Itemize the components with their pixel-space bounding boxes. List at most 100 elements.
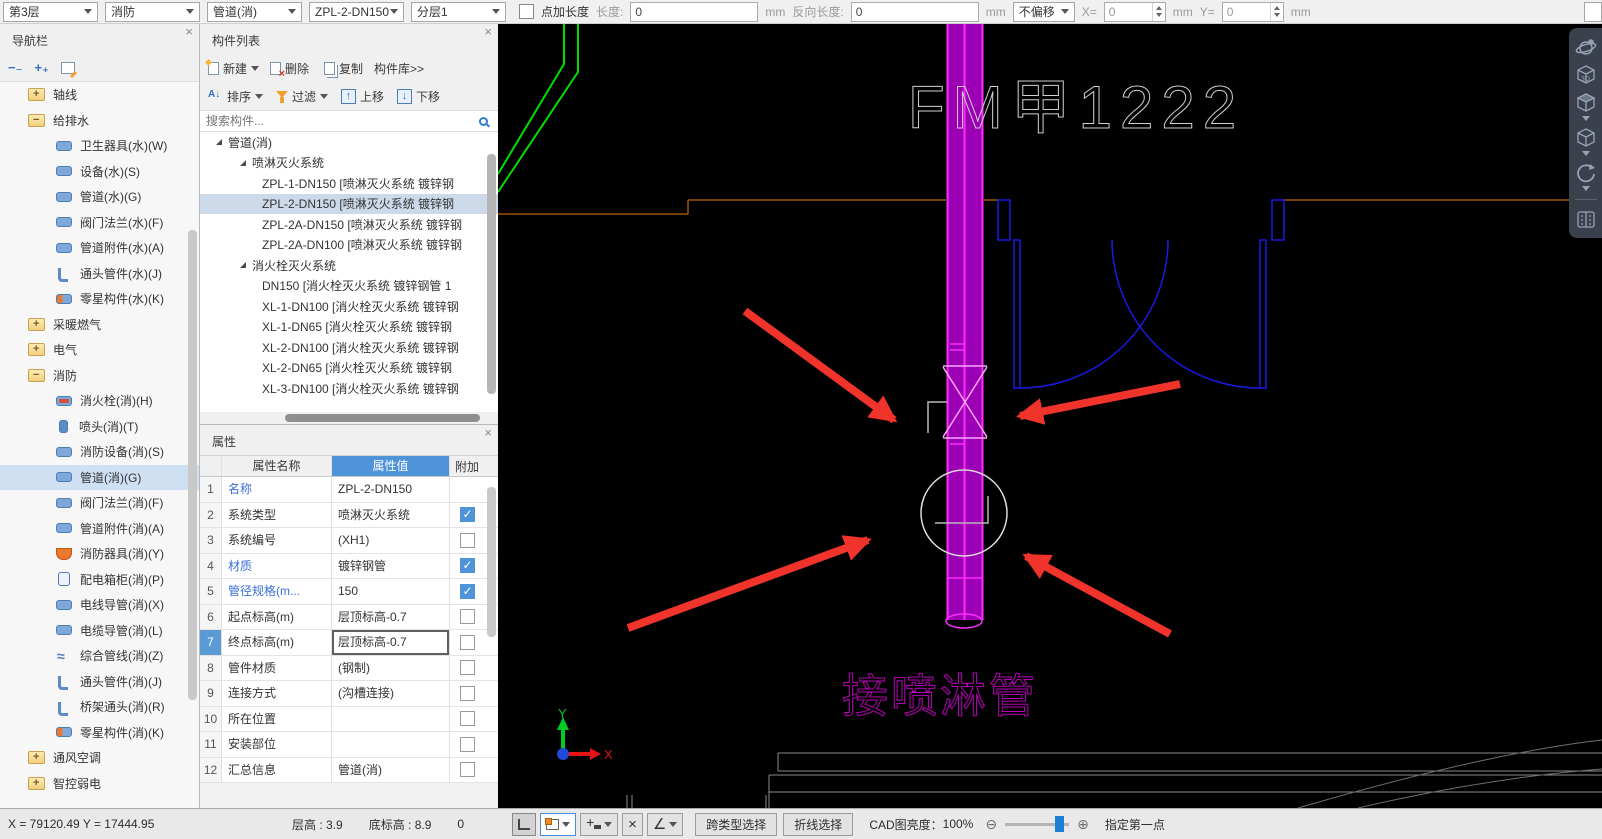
component-tree-item[interactable]: ZPL-1-DN150 [喷淋灭火系统 镀锌钢: [200, 173, 498, 194]
sidebar-item[interactable]: 电缆导管(消)(L): [0, 618, 199, 644]
sidebar-item[interactable]: 零星构件(消)(K): [0, 720, 199, 746]
reverse-length-input[interactable]: [851, 2, 979, 22]
attach-checkbox[interactable]: [460, 507, 475, 522]
component-library-button[interactable]: 构件库>>: [374, 60, 424, 77]
sidebar-item[interactable]: 卫生器具(水)(W): [0, 133, 199, 159]
property-value[interactable]: (钢制): [332, 656, 450, 681]
close-icon[interactable]: ×: [484, 426, 492, 439]
chevron-down-icon[interactable]: [1582, 116, 1590, 121]
layer-dropdown[interactable]: 分层1: [411, 2, 506, 22]
length-input[interactable]: [630, 2, 758, 22]
move-up-button[interactable]: ↑ 上移: [341, 88, 384, 105]
point-add-checkbox[interactable]: [519, 4, 534, 19]
element-type-dropdown[interactable]: 管道(消): [207, 2, 302, 22]
rotate-view-icon[interactable]: [1573, 160, 1599, 186]
sidebar-item[interactable]: 消火栓(消)(H): [0, 388, 199, 414]
sidebar-item[interactable]: 配电箱柜(消)(P): [0, 567, 199, 593]
brightness-slider[interactable]: [1005, 823, 1069, 826]
attach-checkbox[interactable]: [460, 584, 475, 599]
sidebar-item[interactable]: 通头管件(消)(J): [0, 669, 199, 695]
property-value[interactable]: [332, 732, 450, 757]
new-button[interactable]: 新建: [208, 60, 259, 77]
sidebar-item[interactable]: 管道(消)(G): [0, 465, 199, 491]
horizontal-scrollbar[interactable]: [200, 412, 498, 424]
sidebar-item[interactable]: 喷头(消)(T): [0, 414, 199, 440]
sidebar-item[interactable]: 采暖燃气: [0, 312, 199, 338]
attach-checkbox[interactable]: [460, 609, 475, 624]
search-input[interactable]: [206, 114, 479, 128]
cad-canvas[interactable]: FM甲1222 接喷淋管 Y X 3D: [498, 24, 1602, 808]
sidebar-item[interactable]: 消防器具(消)(Y): [0, 541, 199, 567]
sidebar-item[interactable]: 阀门法兰(消)(F): [0, 490, 199, 516]
sidebar-item[interactable]: 设备(水)(S): [0, 159, 199, 185]
property-value[interactable]: (沟槽连接): [332, 681, 450, 706]
sidebar-item[interactable]: 阀门法兰(水)(F): [0, 210, 199, 236]
property-value[interactable]: 层顶标高-0.7: [332, 605, 450, 630]
chevron-down-icon[interactable]: [1582, 151, 1590, 156]
sidebar-item[interactable]: 智控弱电: [0, 771, 199, 797]
window-select-button[interactable]: [540, 813, 576, 836]
sidebar-item[interactable]: 轴线: [0, 82, 199, 108]
attach-checkbox[interactable]: [460, 635, 475, 650]
isometric-view-icon[interactable]: [1573, 90, 1599, 116]
component-tree-item[interactable]: 消火栓灭火系统: [200, 255, 498, 276]
component-tree-item[interactable]: ZPL-2A-DN150 [喷淋灭火系统 镀锌钢: [200, 214, 498, 235]
component-tree-item[interactable]: XL-3-DN100 [消火栓灭火系统 镀锌钢: [200, 378, 498, 399]
define-component-icon[interactable]: [61, 62, 75, 74]
property-value[interactable]: 管道(消): [332, 758, 450, 783]
expand-triangle-icon[interactable]: [240, 262, 246, 268]
stepper-arrows-icon[interactable]: [1152, 3, 1165, 21]
sidebar-item[interactable]: 消防设备(消)(S): [0, 439, 199, 465]
attach-checkbox[interactable]: [460, 660, 475, 675]
orbit-view-icon[interactable]: [1573, 34, 1599, 60]
ortho-mode-button[interactable]: [512, 813, 536, 836]
property-value[interactable]: 层顶标高-0.7: [332, 630, 450, 655]
point-draw-button[interactable]: [580, 813, 618, 836]
component-tree-item[interactable]: 喷淋灭火系统: [200, 153, 498, 174]
component-dropdown[interactable]: ZPL-2-DN150: [309, 2, 404, 22]
specialty-dropdown[interactable]: 消防: [105, 2, 200, 22]
copy-button[interactable]: 复制: [324, 60, 363, 77]
cross-select-button[interactable]: ×: [622, 813, 643, 836]
sidebar-item[interactable]: 管道附件(水)(A): [0, 235, 199, 261]
sidebar-item[interactable]: 消防: [0, 363, 199, 389]
x-offset-input[interactable]: [1105, 5, 1152, 19]
close-icon[interactable]: ×: [484, 25, 492, 38]
sidebar-item[interactable]: 综合管线(消)(Z): [0, 643, 199, 669]
floor-dropdown[interactable]: 第3层: [3, 2, 98, 22]
sort-button[interactable]: 排序: [208, 88, 263, 105]
property-value[interactable]: 150: [332, 579, 450, 604]
property-value[interactable]: [332, 707, 450, 732]
sidebar-item[interactable]: 零星构件(水)(K): [0, 286, 199, 312]
attach-checkbox[interactable]: [460, 762, 475, 777]
attach-checkbox[interactable]: [460, 711, 475, 726]
brightness-minus-icon[interactable]: ⊖: [985, 816, 997, 833]
attach-checkbox[interactable]: [460, 737, 475, 752]
component-tree-item[interactable]: XL-1-DN65 [消火栓灭火系统 镀锌钢: [200, 317, 498, 338]
expand-triangle-icon[interactable]: [240, 160, 246, 166]
property-value[interactable]: ZPL-2-DN150: [332, 477, 450, 502]
attach-checkbox[interactable]: [460, 533, 475, 548]
component-tree-item[interactable]: ZPL-2A-DN100 [喷淋灭火系统 镀锌钢: [200, 235, 498, 256]
slider-thumb[interactable]: [1055, 816, 1064, 832]
y-offset-stepper[interactable]: [1222, 2, 1284, 22]
sidebar-item[interactable]: 给排水: [0, 108, 199, 134]
offset-dropdown[interactable]: 不偏移: [1013, 2, 1075, 22]
stepper-arrows-icon[interactable]: [1270, 3, 1283, 21]
component-tree-item[interactable]: DN150 [消火栓灭火系统 镀锌钢管 1: [200, 276, 498, 297]
display-settings-icon[interactable]: [1573, 206, 1599, 232]
attach-checkbox[interactable]: [460, 558, 475, 573]
view-3d-icon[interactable]: 3D: [1573, 62, 1599, 88]
sidebar-item[interactable]: 管道(水)(G): [0, 184, 199, 210]
x-offset-stepper[interactable]: [1104, 2, 1166, 22]
cross-type-select-button[interactable]: 跨类型选择: [695, 813, 777, 836]
move-down-button[interactable]: ↓ 下移: [397, 88, 440, 105]
expand-triangle-icon[interactable]: [216, 139, 222, 145]
chevron-down-icon[interactable]: [1582, 186, 1590, 191]
attach-checkbox[interactable]: [460, 686, 475, 701]
nav-scrollbar[interactable]: [188, 230, 197, 700]
y-offset-input[interactable]: [1223, 5, 1270, 19]
delete-button[interactable]: 删除: [270, 60, 309, 77]
property-value[interactable]: 镀锌钢管: [332, 554, 450, 579]
sidebar-item[interactable]: 电线导管(消)(X): [0, 592, 199, 618]
